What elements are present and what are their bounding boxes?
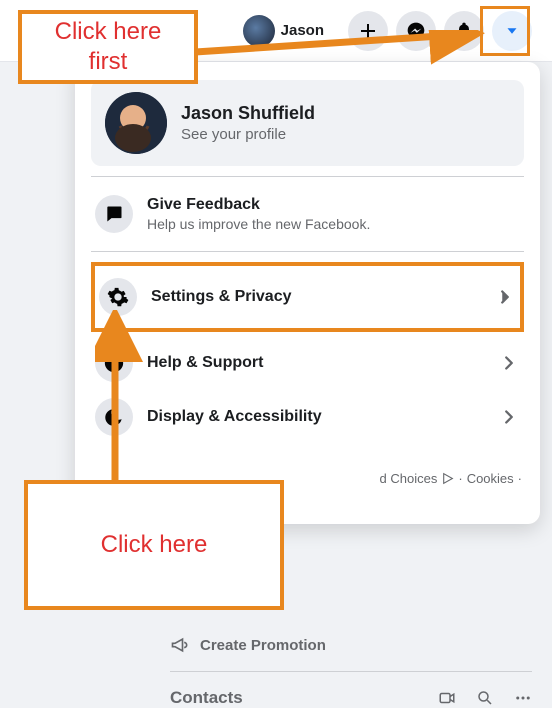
avatar-img [105, 92, 167, 154]
display-accessibility-row[interactable]: Display & Accessibility [75, 390, 540, 444]
adchoices-icon [441, 472, 454, 485]
messenger-button[interactable] [396, 11, 436, 51]
profile-card[interactable]: Jason Shuffield See your profile [91, 80, 524, 166]
chevron-right-icon [498, 352, 520, 374]
search-icon[interactable] [476, 689, 494, 707]
megaphone-icon [170, 635, 190, 655]
moon-icon [95, 398, 133, 436]
give-feedback-row[interactable]: Give Feedback Help us improve the new Fa… [75, 187, 540, 241]
avatar [105, 92, 167, 154]
chevron-right-icon [498, 406, 520, 428]
profile-name[interactable]: Jason [281, 22, 324, 39]
cookies-link[interactable]: Cookies [467, 471, 514, 486]
adchoices-text[interactable]: d Choices [380, 471, 438, 486]
dot: · [518, 471, 522, 486]
feedback-icon [95, 195, 133, 233]
divider [170, 671, 532, 672]
messenger-icon [406, 21, 426, 41]
create-promotion-label: Create Promotion [200, 637, 326, 654]
feedback-sub: Help us improve the new Facebook. [147, 216, 520, 232]
settings-privacy-row[interactable]: Settings & Privacy [95, 266, 520, 328]
feedback-title: Give Feedback [147, 196, 520, 214]
dot: · [458, 471, 462, 486]
dropdown-highlight-box [480, 6, 530, 56]
help-title: Help & Support [147, 354, 498, 372]
chevron-right-icon [494, 286, 516, 308]
gear-icon [99, 278, 137, 316]
notifications-button[interactable] [444, 11, 484, 51]
question-icon [95, 344, 133, 382]
settings-highlight-box: Settings & Privacy [91, 262, 524, 332]
profile-card-name: Jason Shuffield [181, 103, 315, 124]
more-icon[interactable] [514, 689, 532, 707]
divider [91, 251, 524, 252]
plus-icon [358, 21, 378, 41]
callout-click-here-first: Click here first [18, 10, 198, 84]
contacts-header: Contacts [170, 688, 532, 708]
callout-2-text: Click here [101, 530, 208, 560]
create-button[interactable] [348, 11, 388, 51]
callout-1-text: Click here first [36, 17, 180, 77]
divider [91, 176, 524, 177]
display-title: Display & Accessibility [147, 408, 498, 426]
settings-title: Settings & Privacy [151, 288, 494, 306]
panel-footer-links: d Choices · Cookies · [380, 471, 522, 486]
bell-icon [454, 21, 474, 41]
under-section: Create Promotion Contacts [170, 635, 532, 708]
callout-click-here: Click here [24, 480, 284, 610]
profile-card-sub: See your profile [181, 126, 315, 143]
create-promotion-row[interactable]: Create Promotion [170, 635, 532, 655]
new-room-icon[interactable] [438, 689, 456, 707]
account-dropdown-panel: Jason Shuffield See your profile Give Fe… [75, 62, 540, 524]
help-support-row[interactable]: Help & Support [75, 336, 540, 390]
contacts-label: Contacts [170, 688, 243, 708]
profile-story-avatar[interactable] [243, 15, 275, 47]
